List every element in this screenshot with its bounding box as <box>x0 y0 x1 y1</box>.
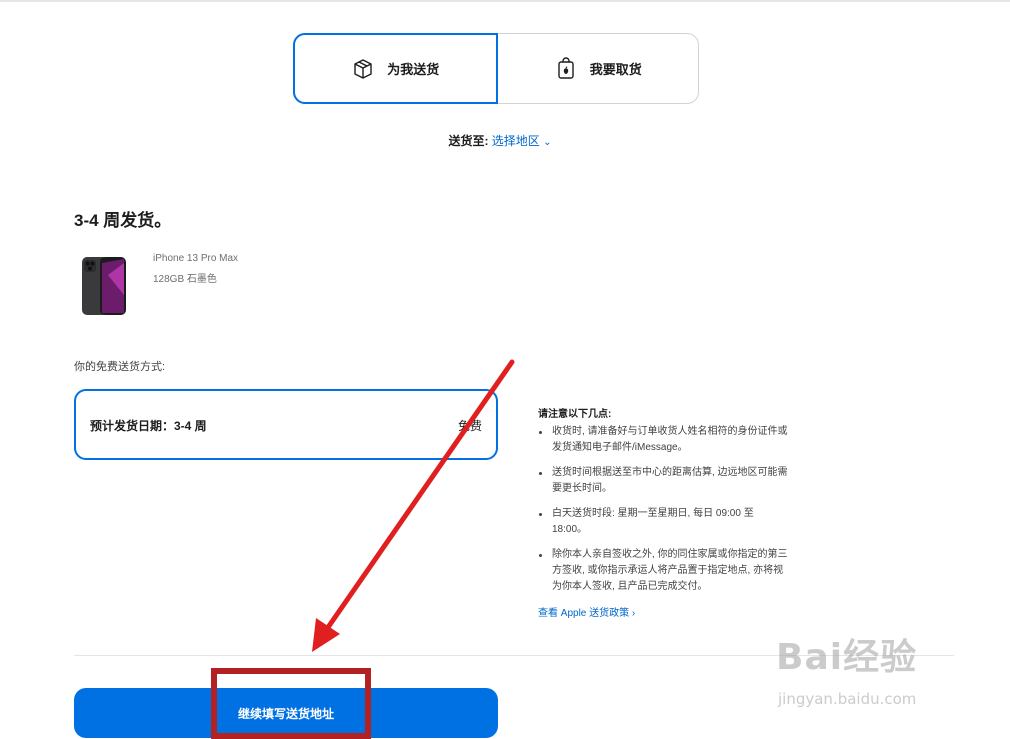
ship-to-row: 送货至: 选择地区 ⌄ <box>0 132 1000 149</box>
note-item: 白天送货时段: 星期一至星期日, 每日 09:00 至 18:00。 <box>538 506 788 538</box>
product-spec: 128GB 石墨色 <box>153 274 217 285</box>
shipping-method-date: 预计发货日期：3-4 周 <box>90 419 207 433</box>
shopping-bag-icon <box>558 56 574 79</box>
free-shipping-label: 你的免费送货方式: <box>74 361 166 373</box>
shipping-method-card[interactable]: 预计发货日期：3-4 周 免费 <box>74 389 498 460</box>
iphone-product-image <box>82 257 126 315</box>
baidu-watermark: Bai经验 jingyan.baidu.com <box>776 628 976 718</box>
shipping-time-heading: 3-4 周发货。 <box>74 211 172 230</box>
ship-to-me-label: 为我送货 <box>387 62 440 77</box>
watermark-url: jingyan.baidu.com <box>778 690 917 708</box>
pickup-label: 我要取货 <box>589 62 642 77</box>
chevron-down-icon[interactable]: ⌄ <box>543 137 551 148</box>
note-item: 收货时, 请准备好与订单收货人姓名相符的身份证件或发货通知电子邮件/iMessa… <box>538 424 788 456</box>
select-region-link[interactable]: 选择地区 <box>492 134 540 148</box>
ship-to-label: 送货至: <box>448 134 489 148</box>
note-item: 除你本人亲自签收之外, 你的同住家属或你指定的第三方签收, 或你指示承运人将产品… <box>538 547 788 595</box>
pickup-option[interactable]: 我要取货 <box>498 34 699 103</box>
ship-to-me-option[interactable]: 为我送货 <box>293 33 498 104</box>
shipping-method-cost: 免费 <box>457 419 482 433</box>
annotation-highlight-box <box>211 668 371 739</box>
product-name: iPhone 13 Pro Max <box>153 253 239 264</box>
delivery-policy-link[interactable]: 查看 Apple 送货政策 › <box>538 604 635 619</box>
top-border <box>0 0 1010 2</box>
notes-list: 收货时, 请准备好与订单收货人姓名相符的身份证件或发货通知电子邮件/iMessa… <box>538 424 788 604</box>
delivery-mode-toggle: 为我送货 我要取货 <box>293 33 699 104</box>
note-item: 送货时间根据送至市中心的距离估算, 边远地区可能需要更长时间。 <box>538 465 788 497</box>
notes-title: 请注意以下几点: <box>538 409 612 420</box>
watermark-logo: Bai经验 <box>776 637 918 678</box>
package-icon <box>354 58 372 79</box>
